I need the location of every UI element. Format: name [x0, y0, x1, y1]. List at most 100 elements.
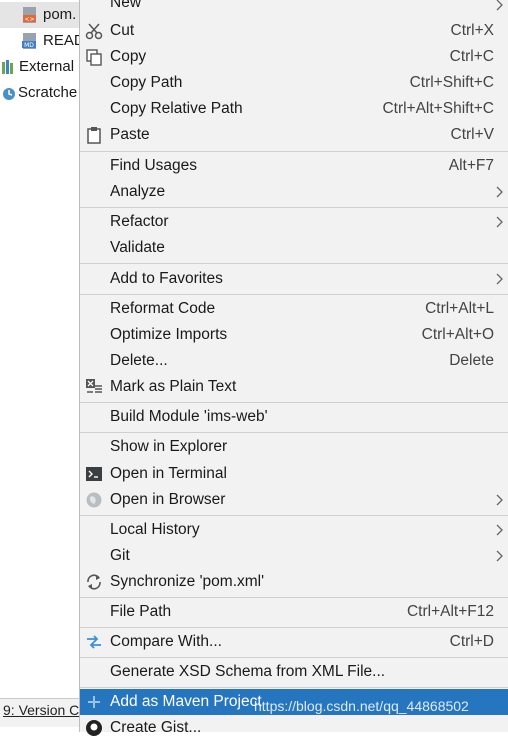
menu-item-label: Git: [110, 547, 130, 564]
tree-item-label: External: [19, 58, 75, 75]
tree-item-scratches[interactable]: Scratche: [0, 80, 80, 106]
menu-item-generate-xsd-schema[interactable]: Generate XSD Schema from XML File...: [80, 659, 508, 685]
menu-item-label: Cut: [110, 22, 135, 39]
menu-separator: [80, 627, 508, 628]
menu-item-shortcut: Ctrl+Alt+O: [421, 326, 494, 343]
menu-item-analyze[interactable]: Analyze: [80, 179, 508, 205]
menu-item-shortcut: Alt+F7: [448, 157, 494, 174]
menu-item-local-history[interactable]: Local History: [80, 517, 508, 543]
menu-separator: [80, 207, 508, 208]
menu-item-label: Show in Explorer: [110, 438, 228, 455]
menu-item-shortcut: Ctrl+D: [449, 633, 494, 650]
menu-separator: [80, 515, 508, 516]
menu-item-git[interactable]: Git: [80, 543, 508, 569]
clipboard-icon: [87, 127, 101, 144]
menu-item-file-path[interactable]: File Path Ctrl+Alt+F12: [80, 599, 508, 625]
menu-item-label: Compare With...: [110, 633, 222, 650]
menu-item-delete[interactable]: Delete... Delete: [80, 348, 508, 374]
menu-item-label: Copy Path: [110, 74, 183, 91]
menu-item-synchronize[interactable]: Synchronize 'pom.xml': [80, 569, 508, 595]
menu-item-label: Copy: [110, 48, 147, 65]
chevron-right-icon: [496, 524, 503, 536]
menu-separator: [80, 597, 508, 598]
tree-item-readme[interactable]: MD READ: [0, 28, 80, 54]
menu-item-shortcut: Ctrl+Alt+Shift+C: [382, 100, 494, 117]
menu-item-label: Mark as Plain Text: [110, 378, 237, 395]
menu-item-add-to-favorites[interactable]: Add to Favorites: [80, 266, 508, 292]
menu-separator: [80, 687, 508, 688]
watermark: https://blog.csdn.net/qq_44868502: [254, 698, 469, 714]
svg-text:<>: <>: [24, 16, 34, 23]
menu-separator: [80, 432, 508, 433]
menu-item-open-in-browser[interactable]: Open in Browser: [80, 487, 508, 513]
menu-item-label: Synchronize 'pom.xml': [110, 573, 265, 590]
menu-item-label: Open in Terminal: [110, 465, 227, 482]
version-control-tab[interactable]: 9: Version C: [0, 698, 80, 727]
menu-item-label: Open in Browser: [110, 491, 226, 508]
tree-item-label: READ: [43, 32, 80, 49]
chevron-right-icon: [496, 216, 503, 228]
menu-item-shortcut: Ctrl+Alt+L: [425, 300, 494, 317]
chevron-right-icon: [496, 273, 503, 285]
chevron-right-icon: [496, 550, 503, 562]
menu-item-open-in-terminal[interactable]: Open in Terminal: [80, 461, 508, 487]
menu-item-copy-path[interactable]: Copy Path Ctrl+Shift+C: [80, 70, 508, 96]
menu-item-validate[interactable]: Validate: [80, 235, 508, 261]
menu-item-label: Paste: [110, 126, 150, 143]
menu-item-label: Add as Maven Project: [110, 693, 262, 710]
plain-text-icon: [86, 379, 102, 393]
menu-item-shortcut: Ctrl+X: [450, 22, 495, 39]
menu-item-optimize-imports[interactable]: Optimize Imports Ctrl+Alt+O: [80, 322, 508, 348]
library-icon: [2, 60, 13, 74]
menu-item-cut[interactable]: Cut Ctrl+X: [80, 18, 508, 44]
menu-item-show-in-explorer[interactable]: Show in Explorer: [80, 434, 508, 460]
menu-item-label: Add to Favorites: [110, 270, 223, 287]
menu-item-label: Copy Relative Path: [110, 100, 243, 117]
menu-item-label: Generate XSD Schema from XML File...: [110, 663, 386, 680]
menu-item-copy-relative-path[interactable]: Copy Relative Path Ctrl+Alt+Shift+C: [80, 96, 508, 122]
tree-item-pom[interactable]: <> pom.: [0, 2, 80, 28]
menu-item-shortcut: Delete: [449, 352, 494, 369]
menu-item-create-gist[interactable]: Create Gist...: [80, 715, 508, 741]
tree-item-label: pom.: [43, 6, 77, 23]
scratches-icon: [3, 88, 15, 100]
chevron-right-icon: [496, 494, 503, 506]
menu-item-find-usages[interactable]: Find Usages Alt+F7: [80, 153, 508, 179]
menu-separator: [80, 151, 508, 152]
menu-item-label: Analyze: [110, 183, 166, 200]
compare-icon: [87, 635, 101, 649]
menu-item-label: File Path: [110, 603, 172, 620]
menu-item-mark-as-plain-text[interactable]: Mark as Plain Text: [80, 374, 508, 400]
menu-separator: [80, 657, 508, 658]
tree-item-external-libraries[interactable]: External: [0, 54, 80, 80]
menu-item-paste[interactable]: Paste Ctrl+V: [80, 122, 508, 148]
github-icon: [86, 720, 102, 736]
menu-item-label: Delete...: [110, 352, 168, 369]
menu-item-label: Local History: [110, 521, 200, 538]
scissors-icon: [85, 23, 103, 40]
menu-item-refactor[interactable]: Refactor: [80, 209, 508, 235]
menu-item-label: New: [110, 0, 142, 11]
menu-item-label: Create Gist...: [110, 719, 202, 736]
tree-item-label: Scratche: [18, 84, 78, 101]
menu-item-new[interactable]: New: [80, 0, 508, 18]
menu-item-label: Optimize Imports: [110, 326, 228, 343]
menu-item-label: Validate: [110, 239, 165, 256]
menu-item-copy[interactable]: Copy Ctrl+C: [80, 44, 508, 70]
sync-icon: [87, 574, 101, 590]
chevron-right-icon: [496, 186, 503, 198]
terminal-icon: [86, 467, 102, 481]
markdown-file-icon: MD: [22, 33, 36, 49]
menu-item-shortcut: Ctrl+V: [450, 126, 495, 143]
menu-item-reformat-code[interactable]: Reformat Code Ctrl+Alt+L: [80, 296, 508, 322]
project-tree: <> pom. MD READ External Scratche 9: Ver…: [0, 0, 80, 727]
menu-item-compare-with[interactable]: Compare With... Ctrl+D: [80, 629, 508, 655]
menu-separator: [80, 294, 508, 295]
globe-icon: [86, 492, 102, 508]
menu-item-shortcut: Ctrl+C: [449, 48, 494, 65]
menu-item-label: Refactor: [110, 213, 169, 230]
menu-item-build-module[interactable]: Build Module 'ims-web': [80, 404, 508, 430]
menu-item-label: Build Module 'ims-web': [110, 408, 268, 425]
context-menu: New Cut Ctrl+X Copy Ctrl+C Copy Path Ctr…: [79, 0, 508, 736]
plus-icon: [88, 696, 100, 708]
